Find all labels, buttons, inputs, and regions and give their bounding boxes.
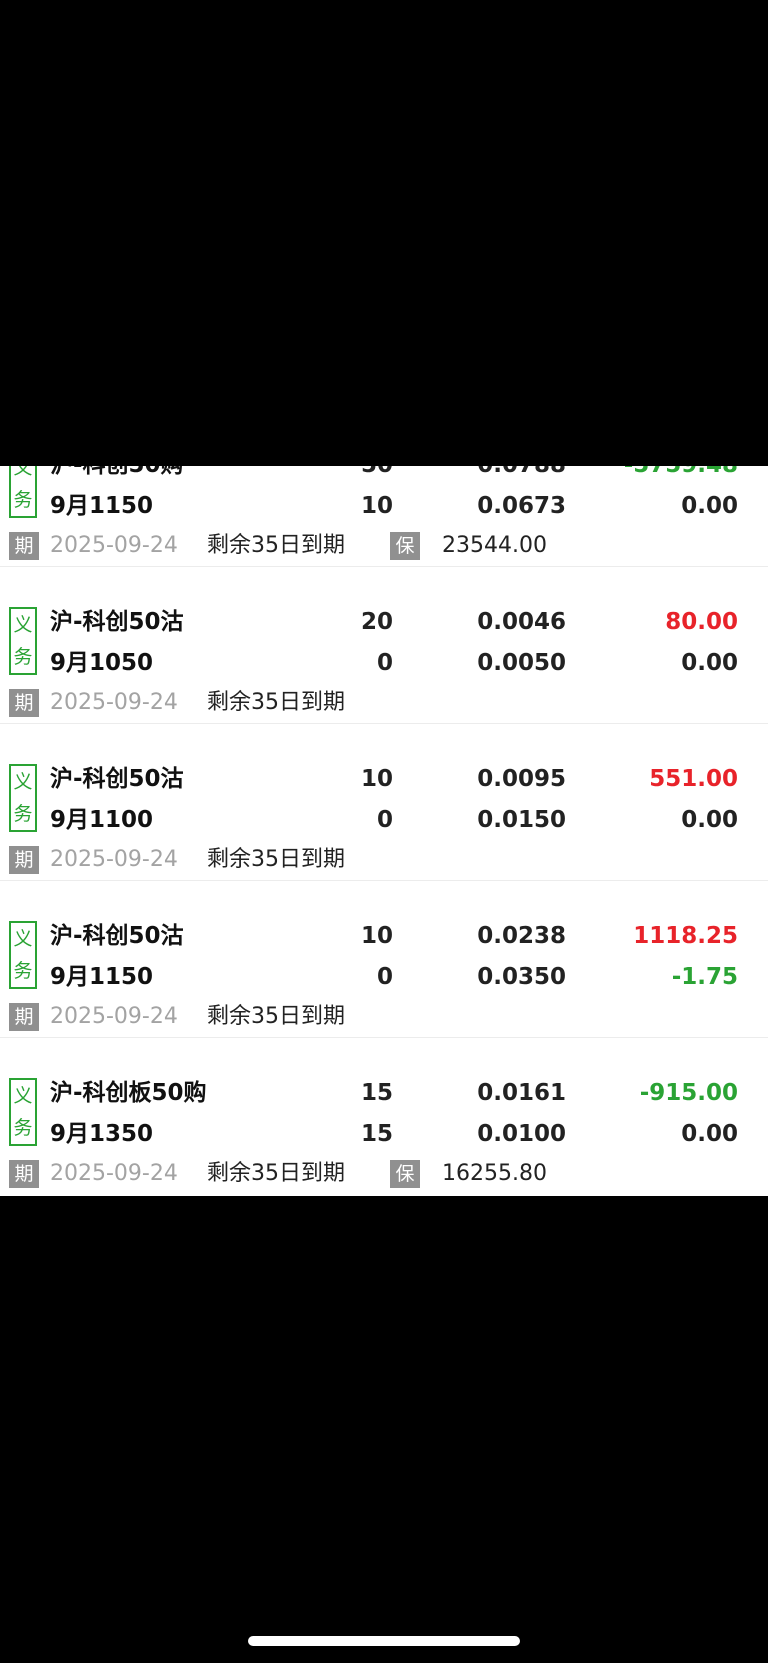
obligation-tag: 义务: [9, 466, 37, 518]
cost-price: 0.0788: [420, 466, 566, 480]
days-remaining: 剩余35日到期: [207, 1004, 345, 1029]
float-pnl: -5759.48: [580, 466, 738, 480]
expiry-date: 2025-09-24: [50, 690, 178, 715]
today-pnl: -1.75: [671, 964, 738, 990]
available-qty: 0: [376, 807, 393, 833]
current-price: 0.0100: [477, 1121, 566, 1147]
cost-price: 0.0095: [477, 766, 566, 792]
expiry-date: 2025-09-24: [50, 1004, 178, 1029]
obligation-tag: 义务: [9, 921, 37, 989]
current-price: 0.0350: [477, 964, 566, 990]
cost-price: 0.0238: [477, 923, 566, 949]
float-pnl: 551.00: [649, 766, 738, 792]
available-qty: 15: [360, 1121, 393, 1147]
today-pnl: 0.00: [681, 807, 738, 833]
contract-name: 沪-科创50沽: [50, 609, 184, 635]
margin-tag: 保: [390, 532, 420, 560]
float-pnl: -915.00: [639, 1080, 738, 1106]
days-remaining: 剩余35日到期: [207, 533, 345, 558]
positions-list: 义务 沪-科创50购 9月1150 50 10 0.0788 0.0673 -5…: [0, 466, 768, 1196]
expiry-date: 2025-09-24: [50, 847, 178, 872]
position-qty: 10: [360, 923, 393, 949]
obligation-tag: 义务: [9, 764, 37, 832]
cost-price: 0.0161: [477, 1080, 566, 1106]
position-qty: 10: [360, 766, 393, 792]
expiry-tag: 期: [9, 1003, 39, 1031]
position-qty: 15: [360, 1080, 393, 1106]
expiry-tag: 期: [9, 846, 39, 874]
position-row[interactable]: 义务 沪-科创50沽 9月1150 10 0 0.0238 0.0350 111…: [0, 881, 768, 1038]
float-pnl: 1118.25: [633, 923, 738, 949]
current-price: 0.0673: [477, 493, 566, 519]
expiry-tag: 期: [9, 689, 39, 717]
contract-name: 沪-科创板50购: [50, 1080, 207, 1106]
today-pnl: 0.00: [681, 650, 738, 676]
float-pnl: 80.00: [665, 609, 738, 635]
position-row[interactable]: 义务 沪-科创50购 9月1150 50 10 0.0788 0.0673 -5…: [0, 466, 768, 567]
margin-value: 23544.00: [442, 533, 547, 558]
contract-month-strike: 9月1150: [50, 493, 154, 519]
days-remaining: 剩余35日到期: [207, 690, 345, 715]
today-pnl: 0.00: [681, 493, 738, 519]
expiry-tag: 期: [9, 1160, 39, 1188]
obligation-tag: 义务: [9, 1078, 37, 1146]
contract-month-strike: 9月1100: [50, 807, 154, 833]
current-price: 0.0050: [477, 650, 566, 676]
today-pnl: 0.00: [681, 1121, 738, 1147]
position-row[interactable]: 义务 沪-科创50沽 9月1100 10 0 0.0095 0.0150 551…: [0, 724, 768, 881]
contract-name: 沪-科创50沽: [50, 923, 184, 949]
position-row[interactable]: 义务 沪-科创板50购 9月1350 15 15 0.0161 0.0100 -…: [0, 1038, 768, 1195]
contract-name: 沪-科创50沽: [50, 766, 184, 792]
position-qty: 50: [300, 466, 393, 480]
margin-tag: 保: [390, 1160, 420, 1188]
days-remaining: 剩余35日到期: [207, 1161, 345, 1186]
contract-name: 沪-科创50购: [50, 466, 184, 480]
available-qty: 0: [376, 650, 393, 676]
contract-month-strike: 9月1150: [50, 964, 154, 990]
margin-value: 16255.80: [442, 1161, 547, 1186]
expiry-date: 2025-09-24: [50, 533, 178, 558]
available-qty: 10: [360, 493, 393, 519]
position-row[interactable]: 义务 沪-科创50沽 9月1050 20 0 0.0046 0.0050 80.…: [0, 567, 768, 724]
days-remaining: 剩余35日到期: [207, 847, 345, 872]
contract-month-strike: 9月1050: [50, 650, 154, 676]
position-qty: 20: [360, 609, 393, 635]
available-qty: 0: [376, 964, 393, 990]
home-indicator[interactable]: [248, 1636, 520, 1646]
cost-price: 0.0046: [477, 609, 566, 635]
contract-month-strike: 9月1350: [50, 1121, 154, 1147]
obligation-tag: 义务: [9, 607, 37, 675]
current-price: 0.0150: [477, 807, 566, 833]
expiry-tag: 期: [9, 532, 39, 560]
expiry-date: 2025-09-24: [50, 1161, 178, 1186]
